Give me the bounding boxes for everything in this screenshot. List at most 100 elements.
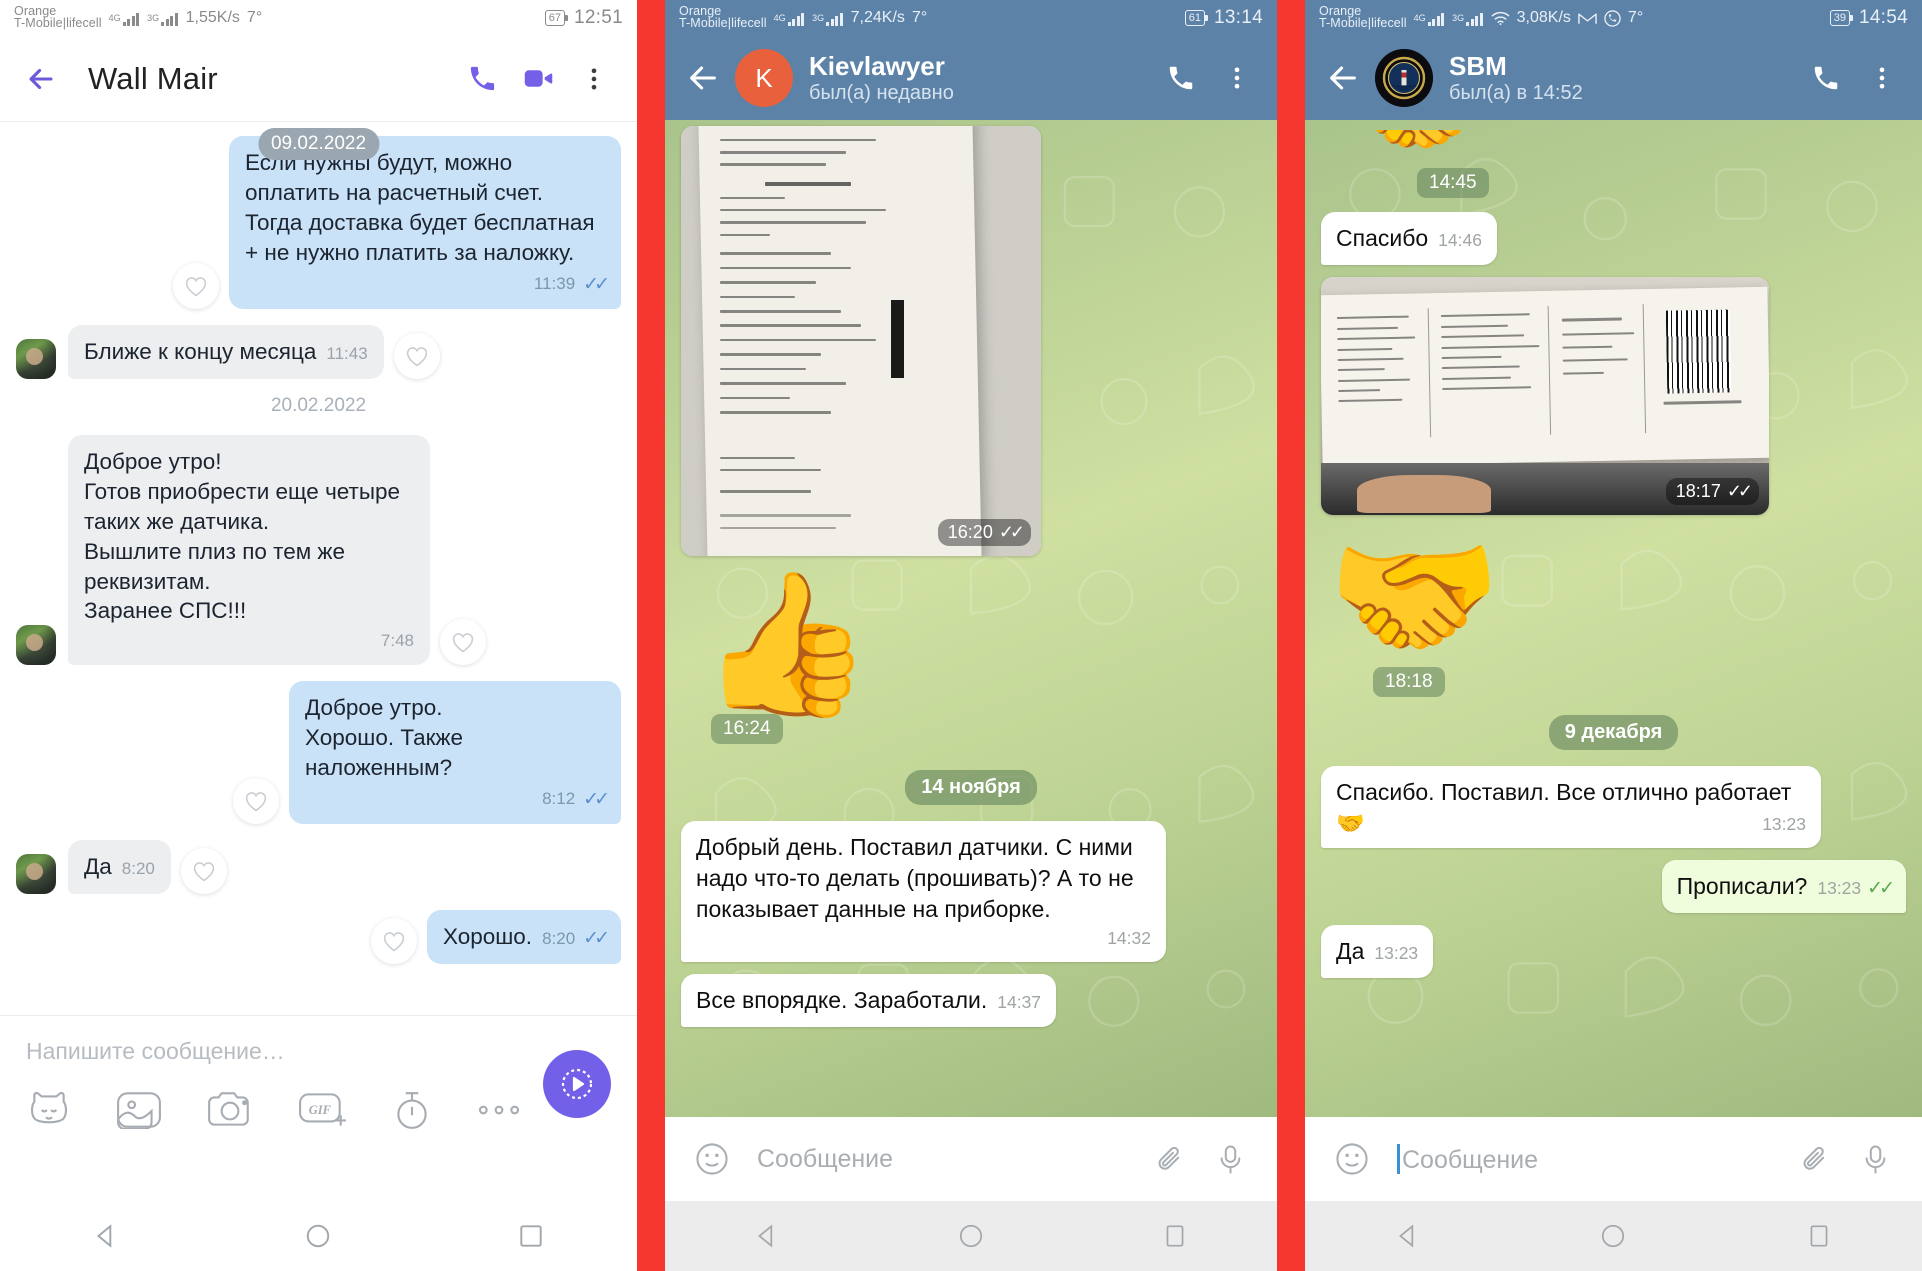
signal-bars-icon — [787, 11, 805, 26]
receipt-photo — [681, 126, 1041, 556]
chat-title-block[interactable]: SBM был(а) в 14:52 — [1449, 51, 1796, 106]
gallery-icon[interactable] — [116, 1091, 162, 1129]
page-title: Wall Mair — [88, 60, 218, 96]
back-nav-icon[interactable] — [753, 1222, 781, 1250]
heart-reaction-icon[interactable] — [173, 262, 219, 309]
message-time: 14:37 — [997, 991, 1042, 1012]
message-bubble[interactable]: Хорошо. 8:20 ✓✓ — [426, 909, 621, 964]
message-list[interactable]: 🤝 14:45 Спасибо 14:46 — [1305, 120, 1922, 1117]
message-time: 13:23 ✓✓ — [1817, 877, 1895, 899]
sticker-icon[interactable] — [26, 1089, 72, 1131]
message-bubble[interactable]: Прописали? 13:23 ✓✓ — [1661, 859, 1906, 913]
message-text: Да — [1336, 937, 1365, 964]
message-text: Ближе к концу месяца — [84, 338, 317, 364]
message-time: 11:39 — [533, 274, 576, 294]
avatar[interactable] — [16, 625, 56, 666]
message-text: Спасибо — [1336, 225, 1429, 251]
sticker-message-partial[interactable]: 🤝 — [1333, 130, 1906, 158]
signal-2: 3G — [147, 11, 179, 26]
message-bubble[interactable]: Все впорядке. Заработали. 14:37 — [681, 973, 1057, 1027]
home-nav-icon[interactable] — [304, 1222, 332, 1250]
status-clock: 13:14 — [1213, 7, 1263, 28]
heart-reaction-icon[interactable] — [180, 847, 227, 894]
avatar[interactable] — [16, 853, 56, 894]
phone-icon[interactable] — [1155, 52, 1207, 104]
message-bubble[interactable]: Спасибо. Поставил. Все отлично работает … — [1321, 766, 1821, 848]
back-arrow-icon[interactable] — [18, 56, 64, 102]
message-bubble[interactable]: Доброе утро! Готов приобрести еще четыре… — [68, 434, 430, 666]
avatar[interactable] — [1375, 49, 1433, 107]
emoji-icon[interactable] — [685, 1132, 739, 1186]
back-arrow-icon[interactable] — [1319, 54, 1367, 102]
status-clock: 14:54 — [1858, 7, 1908, 28]
overflow-menu-icon[interactable] — [569, 54, 619, 104]
photo-message[interactable]: 16:20 ✓✓ — [681, 126, 1041, 556]
message-bubble[interactable]: Добрый день. Поставил датчики. С ними на… — [681, 821, 1166, 962]
network-speed: 3,08K/s — [1516, 9, 1571, 26]
heart-reaction-icon[interactable] — [393, 332, 440, 379]
back-nav-icon[interactable] — [92, 1222, 120, 1250]
message-bubble[interactable]: Спасибо 14:46 — [1321, 212, 1497, 266]
avatar[interactable]: K — [735, 49, 793, 107]
avatar[interactable] — [16, 338, 56, 379]
recents-nav-icon[interactable] — [1161, 1222, 1189, 1250]
message-input[interactable]: Сообщение — [757, 1145, 1137, 1174]
sticker-message[interactable]: 🤝 18:18 — [1321, 527, 1906, 698]
message-input[interactable]: Сообщение — [1397, 1143, 1782, 1175]
gif-icon[interactable]: GIF — [298, 1092, 348, 1128]
recents-nav-icon[interactable] — [1805, 1222, 1833, 1250]
sticker-message[interactable]: 👍 16:24 — [681, 574, 1261, 744]
avatar-letter: K — [755, 62, 773, 93]
last-seen-status: был(а) в 14:52 — [1449, 82, 1583, 105]
signal-1: 4G — [109, 11, 141, 26]
message-bubble[interactable]: Да 8:20 — [68, 840, 171, 894]
signal-1: 4G — [774, 11, 806, 26]
status-bar: Orange T-Mobile|lifecell 4G 3G 1,55K/s 7… — [0, 0, 637, 36]
more-icon[interactable] — [476, 1103, 522, 1117]
heart-reaction-icon[interactable] — [370, 917, 417, 964]
home-nav-icon[interactable] — [957, 1222, 985, 1250]
microphone-icon[interactable] — [1848, 1132, 1902, 1186]
sticker-glyph: 🤝 — [1333, 130, 1906, 158]
status-bar: Orange T-Mobile|lifecell 4G 3G 7,24K/s 7… — [665, 0, 1277, 36]
camera-icon[interactable] — [206, 1091, 254, 1129]
message-bubble[interactable]: Да 13:23 — [1321, 924, 1434, 978]
sticker-timestamp-chip: 14:45 — [1417, 168, 1906, 198]
microphone-icon[interactable] — [1203, 1132, 1257, 1186]
message-bubble[interactable]: Ближе к концу месяца 11:43 — [68, 324, 384, 379]
message-bubble[interactable]: Если нужны будут, можно оплатить на расч… — [229, 136, 621, 309]
phone-panel-viber: Orange T-Mobile|lifecell 4G 3G 1,55K/s 7… — [0, 0, 637, 1271]
phone-icon[interactable] — [457, 54, 507, 104]
video-camera-icon[interactable] — [513, 54, 563, 104]
chat-title-block[interactable]: Kievlawyer был(а) недавно — [809, 51, 1151, 106]
message-time: 8:12 — [542, 789, 576, 809]
send-icon[interactable] — [543, 1050, 611, 1118]
message-input[interactable]: Напишите сообщение… — [26, 1038, 611, 1065]
paperclip-icon[interactable] — [1143, 1132, 1197, 1186]
message-bubble[interactable]: Доброе утро. Хорошо. Также наложенным? 8… — [289, 681, 621, 825]
emoji-icon[interactable] — [1325, 1132, 1379, 1186]
composer: Напишите сообщение… GIF — [0, 1015, 637, 1201]
message-list[interactable]: 09.02.2022 Если нужны будут, можно оплат… — [0, 122, 637, 1015]
signal-bars-icon — [1466, 11, 1483, 26]
floating-date-badge: 09.02.2022 — [257, 128, 380, 160]
message-list[interactable]: 16:20 ✓✓ 👍 16:24 14 ноября Добрый день. … — [665, 120, 1277, 1117]
overflow-menu-icon[interactable] — [1211, 52, 1263, 104]
back-arrow-icon[interactable] — [679, 54, 727, 102]
back-nav-icon[interactable] — [1394, 1222, 1422, 1250]
message-text: Доброе утро! Готов приобрести еще четыре… — [84, 448, 401, 624]
photo-timestamp: 18:17 ✓✓ — [1665, 478, 1759, 506]
paperclip-icon[interactable] — [1788, 1132, 1842, 1186]
message-time: 8:20 — [542, 928, 576, 948]
message-row: Да 13:23 — [1321, 924, 1906, 978]
overflow-menu-icon[interactable] — [1856, 52, 1908, 104]
heart-reaction-icon[interactable] — [233, 778, 279, 825]
network-speed: 1,55K/s — [185, 9, 240, 26]
home-nav-icon[interactable] — [1599, 1222, 1627, 1250]
photo-message[interactable]: 18:17 ✓✓ — [1321, 277, 1769, 516]
recents-nav-icon[interactable] — [517, 1222, 545, 1250]
message-time: 13:23 — [1762, 814, 1806, 835]
timer-icon[interactable] — [392, 1089, 432, 1131]
phone-icon[interactable] — [1800, 52, 1852, 104]
heart-reaction-icon[interactable] — [440, 619, 486, 666]
